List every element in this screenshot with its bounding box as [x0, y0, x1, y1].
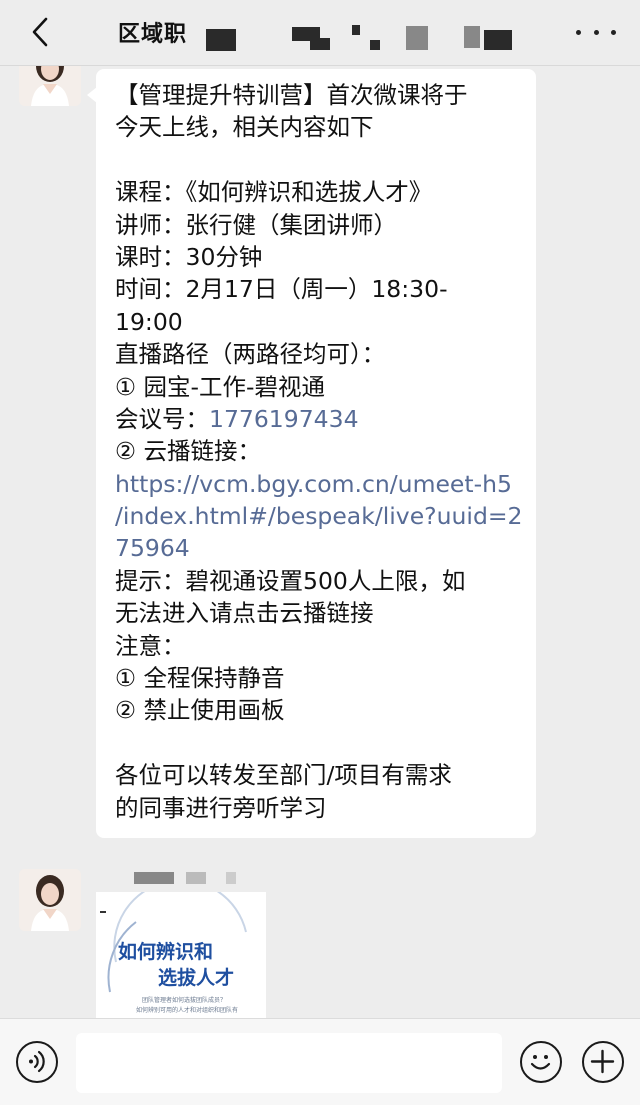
redacted-title-block [310, 38, 330, 50]
redacted-title-block [464, 26, 480, 48]
message-line-text: 提示：碧视通设置500人上限，如 [115, 566, 466, 595]
message-line: ① 全程保持静音 [115, 662, 518, 694]
message-line-text: ① 园宝-工作-碧视通 [115, 372, 325, 401]
message-line-text[interactable]: https://vcm.bgy.com.cn/umeet-h5 [115, 470, 512, 498]
redacted-sender-name [226, 872, 236, 884]
more-dots-icon [611, 29, 616, 35]
message-line: 各位可以转发至部门/项目有需求 [115, 759, 518, 791]
poster-caption-line2: 如何辨别可用的人才和对组织和团队有 [136, 1006, 238, 1014]
message-line-text: ② 禁止使用画板 [115, 696, 285, 725]
avatar[interactable] [19, 869, 81, 931]
redacted-sender-name [134, 872, 174, 884]
message-line-text: 直播路径（两路径均可）： [115, 340, 386, 369]
message-line-text: ① 全程保持静音 [115, 664, 285, 693]
poster-caption-line1: 团队管理者如何选拔团队成员？ [142, 996, 226, 1004]
message-link-line[interactable]: https://vcm.bgy.com.cn/umeet-h5 [115, 468, 518, 500]
chat-area[interactable]: 【管理提升特训营】首次微课将于 今天上线，相关内容如下课程：《如何辨识和选拔人才》… [0, 66, 640, 1018]
redacted-sender-name [186, 872, 206, 884]
message-line: 【管理提升特训营】首次微课将于 [115, 79, 518, 111]
message-line: 注意： [115, 630, 518, 662]
message-line-text: 19:00 [115, 307, 183, 336]
image-message[interactable]: 如何辨识和 选拔人才 团队管理者如何选拔团队成员？ 如何辨别可用的人才和对组织和… [96, 892, 266, 1018]
message-line: 讲师：张行健（集团讲师） [115, 209, 518, 241]
avatar-photo [19, 869, 81, 931]
emoji-icon [530, 1055, 551, 1070]
poster-title-line1: 如何辨识和 [118, 940, 213, 963]
message-line-text: 课程：《如何辨识和选拔人才》 [115, 178, 433, 207]
message-link-line[interactable]: /index.html#/bespeak/live?uuid=2 [115, 500, 523, 532]
redacted-title-block [206, 29, 236, 51]
poster-image: 如何辨识和 选拔人才 团队管理者如何选拔团队成员？ 如何辨别可用的人才和对组织和… [96, 892, 266, 1018]
message-line-text: 时间：2月17日（周一）18:30- [115, 275, 448, 304]
message-line-text: 今天上线，相关内容如下 [115, 113, 374, 142]
more-button[interactable] [576, 20, 616, 44]
message-line-text: 的同事进行旁听学习 [115, 793, 327, 822]
message-line: ① 园宝-工作-碧视通 [115, 371, 518, 403]
message-line-text: ② 云播链接： [115, 437, 262, 466]
chevron-left-icon [32, 17, 48, 47]
poster-title-line2: 选拔人才 [158, 966, 234, 989]
message-line: 19:00 [115, 306, 518, 338]
message-line [115, 727, 518, 759]
message-line: ② 云播链接： [115, 435, 518, 467]
redacted-title-block [406, 26, 428, 50]
redacted-title-block [370, 40, 380, 50]
message-line: 直播路径（两路径均可）： [115, 338, 518, 370]
meeting-number-link[interactable]: 1776197434 [209, 405, 359, 433]
message-line-text: 会议号： [115, 404, 209, 433]
message-line: 今天上线，相关内容如下 [115, 111, 518, 143]
message-line-text: 讲师：张行健（集团讲师） [115, 210, 397, 239]
chat-title[interactable]: 区域职 [118, 16, 187, 48]
message-line-text: 各位可以转发至部门/项目有需求 [115, 761, 452, 790]
message-line-text: 【管理提升特训营】首次微课将于 [115, 81, 468, 109]
more-dots-icon [593, 29, 599, 35]
message-line-text: 无法进入请点击云播链接 [115, 599, 374, 628]
avatar[interactable] [19, 66, 81, 106]
message-line: 会议号：1776197434 [115, 403, 518, 435]
back-button[interactable] [22, 12, 58, 52]
message-line-text: 课时：30分钟 [115, 242, 263, 271]
redacted-title-block [484, 30, 512, 50]
message-line [115, 144, 518, 176]
more-dots-icon [576, 29, 581, 35]
message-line: 时间：2月17日（周一）18:30- [115, 273, 518, 305]
chat-header: 区域职 [0, 0, 640, 66]
message-line: 的同事进行旁听学习 [115, 792, 518, 824]
emoji-button[interactable] [520, 1041, 562, 1083]
plus-icon [590, 1049, 615, 1074]
plus-button[interactable] [582, 1041, 624, 1083]
message-line-text[interactable]: 75964 [115, 534, 190, 562]
voice-icon [29, 1050, 45, 1073]
message-line: 提示：碧视通设置500人上限，如 [115, 565, 518, 597]
message-input[interactable] [76, 1033, 502, 1093]
redacted-title-block [352, 25, 360, 35]
message-line-text[interactable]: /index.html#/bespeak/live?uuid=2 [115, 502, 523, 530]
input-bar [0, 1018, 640, 1105]
message-line: 课时：30分钟 [115, 241, 518, 273]
avatar-photo [19, 66, 81, 106]
message-line: ② 禁止使用画板 [115, 694, 518, 726]
voice-button[interactable] [16, 1041, 58, 1083]
message-bubble[interactable]: 【管理提升特训营】首次微课将于 今天上线，相关内容如下课程：《如何辨识和选拔人才》… [87, 69, 536, 838]
message-line-text: 注意： [115, 631, 186, 660]
message-link-line[interactable]: 75964 [115, 532, 518, 564]
message-line: 无法进入请点击云播链接 [115, 597, 518, 629]
message-line: 课程：《如何辨识和选拔人才》 [115, 176, 518, 208]
